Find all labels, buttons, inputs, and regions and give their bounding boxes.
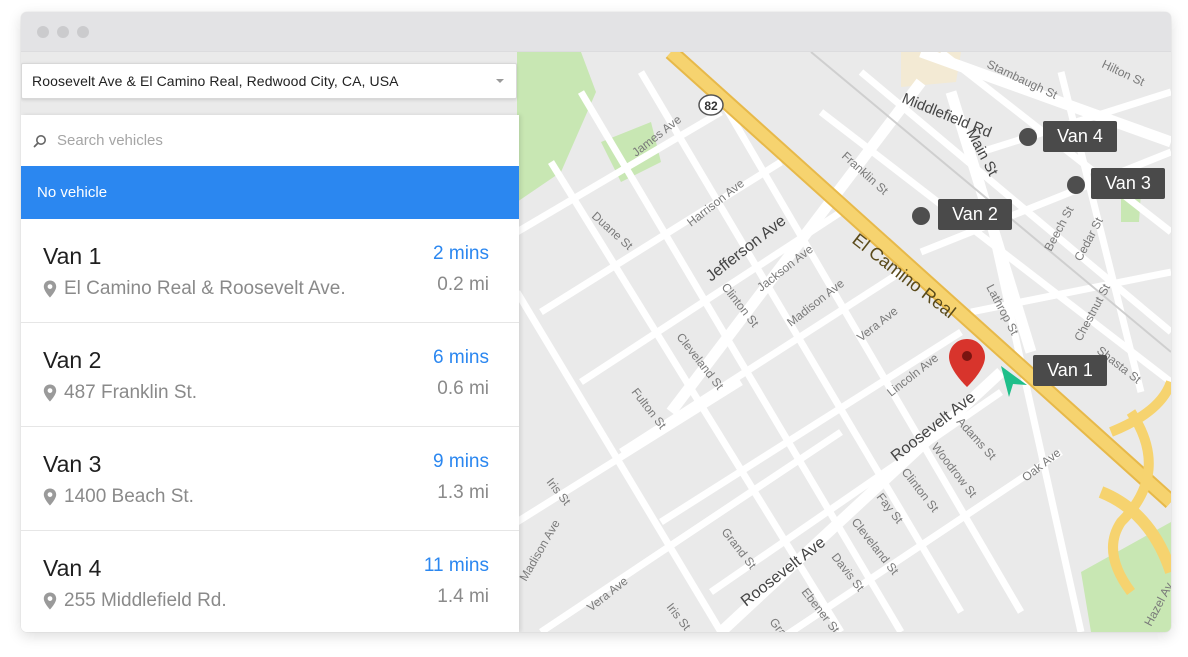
search-input[interactable] — [57, 132, 477, 149]
van-4-marker-dot[interactable] — [1019, 128, 1037, 146]
vehicle-name: Van 3 — [43, 451, 102, 477]
app-content: 82 El Camino Real Roosevelt Ave Roosevel… — [21, 52, 1171, 632]
route-82-shield: 82 — [698, 94, 724, 116]
route-shield-label: 82 — [704, 99, 718, 113]
vehicle-address: 255 Middlefield Rd. — [64, 590, 227, 611]
van-2-marker-label[interactable]: Van 2 — [938, 199, 1012, 230]
map-pin-icon — [43, 384, 57, 402]
vehicle-eta: 11 mins — [423, 555, 489, 576]
vehicle-name: Van 2 — [43, 347, 102, 373]
vehicle-name: Van 4 — [43, 555, 102, 581]
vehicle-panel: No vehicle Van 1 El Camino Real & Roosev… — [21, 115, 519, 632]
vehicle-eta: 2 mins — [433, 243, 489, 264]
window-maximize-button[interactable] — [77, 26, 89, 38]
vehicle-item-van-1[interactable]: Van 1 El Camino Real & Roosevelt Ave. 2 … — [21, 219, 519, 323]
search-bar — [21, 115, 519, 166]
vehicle-list: Van 1 El Camino Real & Roosevelt Ave. 2 … — [21, 219, 519, 632]
no-vehicle-label: No vehicle — [37, 184, 108, 201]
vehicle-location: El Camino Real & Roosevelt Ave. — [43, 278, 346, 300]
vehicle-address: El Camino Real & Roosevelt Ave. — [64, 278, 346, 299]
vehicle-eta: 9 mins — [433, 451, 489, 472]
address-value: Roosevelt Ave & El Camino Real, Redwood … — [32, 73, 399, 89]
address-dropdown[interactable]: Roosevelt Ave & El Camino Real, Redwood … — [21, 63, 517, 99]
window-minimize-button[interactable] — [57, 26, 69, 38]
browser-window: 82 El Camino Real Roosevelt Ave Roosevel… — [21, 12, 1171, 632]
window-titlebar — [21, 12, 1171, 52]
map-pin-icon — [43, 280, 57, 298]
van-2-marker-dot[interactable] — [912, 207, 930, 225]
vehicle-item-van-2[interactable]: Van 2 487 Franklin St. 6 mins 0.6 mi — [21, 323, 519, 427]
vehicle-distance: 0.2 mi — [437, 274, 489, 295]
vehicle-distance: 1.3 mi — [437, 482, 489, 503]
van-3-marker-label[interactable]: Van 3 — [1091, 168, 1165, 199]
no-vehicle-option[interactable]: No vehicle — [21, 166, 519, 219]
vehicle-item-van-4[interactable]: Van 4 255 Middlefield Rd. 11 mins 1.4 mi — [21, 531, 519, 632]
vehicle-address: 1400 Beach St. — [64, 486, 194, 507]
van-4-marker-label[interactable]: Van 4 — [1043, 121, 1117, 152]
map-pin-icon — [43, 592, 57, 610]
map-pin-icon — [43, 488, 57, 506]
vehicle-location: 487 Franklin St. — [43, 382, 197, 404]
van-1-marker-label[interactable]: Van 1 — [1033, 355, 1107, 386]
window-close-button[interactable] — [37, 26, 49, 38]
vehicle-location: 1400 Beach St. — [43, 486, 194, 508]
van-3-marker-dot[interactable] — [1067, 176, 1085, 194]
vehicle-address: 487 Franklin St. — [64, 382, 198, 403]
vehicle-distance: 1.4 mi — [437, 586, 489, 607]
vehicle-location: 255 Middlefield Rd. — [43, 590, 227, 612]
vehicle-eta: 6 mins — [433, 347, 489, 368]
search-icon — [33, 134, 46, 147]
vehicle-distance: 0.6 mi — [437, 378, 489, 399]
vehicle-item-van-3[interactable]: Van 3 1400 Beach St. 9 mins 1.3 mi — [21, 427, 519, 531]
vehicle-name: Van 1 — [43, 243, 102, 269]
chevron-down-icon — [496, 79, 504, 83]
